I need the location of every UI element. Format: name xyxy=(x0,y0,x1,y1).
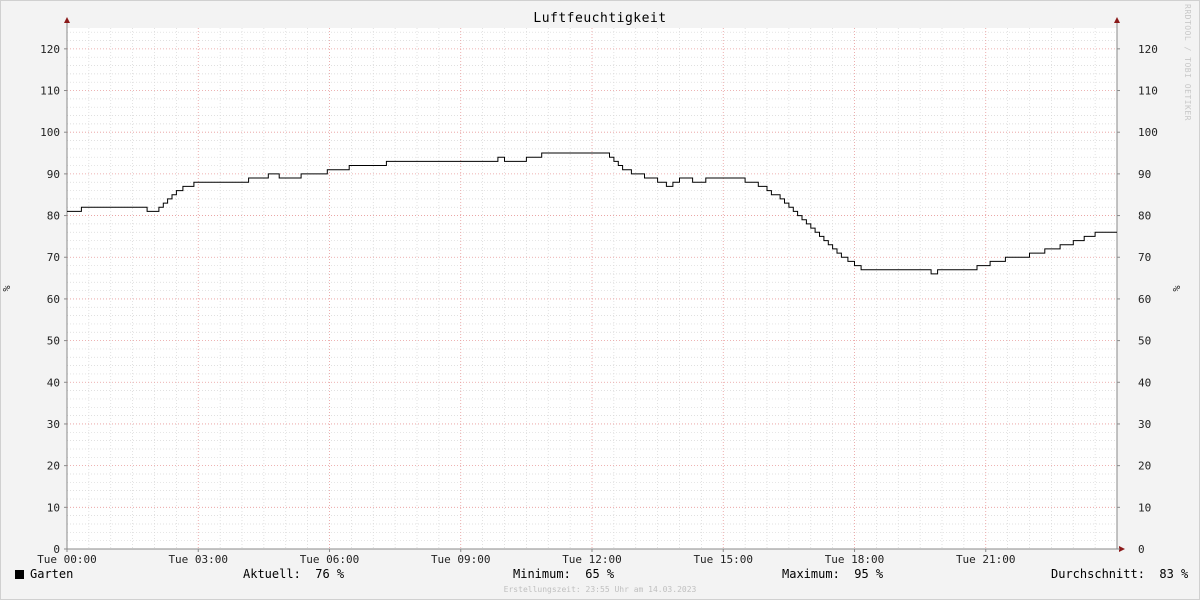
y-tick-label-right: 80 xyxy=(1138,210,1151,223)
y-tick-label-right: 60 xyxy=(1138,293,1151,306)
x-tick-label: Tue 03:00 xyxy=(168,553,228,566)
y-tick-label-right: 120 xyxy=(1138,43,1158,56)
stat-minimum: Minimum: 65 % xyxy=(513,567,614,581)
stat-maximum-label: Maximum: xyxy=(782,567,840,581)
y-tick-label-left: 90 xyxy=(47,168,60,181)
stat-minimum-label: Minimum: xyxy=(513,567,571,581)
y-tick-label-left: 120 xyxy=(40,43,60,56)
y-tick-label-left: 50 xyxy=(47,335,60,348)
x-tick-label: Tue 09:00 xyxy=(431,553,491,566)
y-tick-label-right: 30 xyxy=(1138,418,1151,431)
y-tick-label-left: 30 xyxy=(47,418,60,431)
y-tick-label-right: 50 xyxy=(1138,335,1151,348)
footer-timestamp: Erstellungszeit: 23:55 Uhr am 14.03.2023 xyxy=(503,585,697,594)
y-tick-label-left: 10 xyxy=(47,501,60,514)
y-tick-label-right: 100 xyxy=(1138,126,1158,139)
watermark: RRDTOOL / TOBI OETIKER xyxy=(1183,4,1192,121)
y-tick-label-right: 20 xyxy=(1138,460,1151,473)
y-tick-label-left: 70 xyxy=(47,251,60,264)
y-tick-label-right: 110 xyxy=(1138,85,1158,98)
stat-maximum-value: 95 % xyxy=(854,567,884,581)
x-tick-label: Tue 12:00 xyxy=(562,553,622,566)
y-tick-label-left: 100 xyxy=(40,126,60,139)
y-tick-label-left: 80 xyxy=(47,210,60,223)
y-tick-label-left: 60 xyxy=(47,293,60,306)
stat-minimum-value: 65 % xyxy=(585,567,615,581)
stat-current-label: Aktuell: xyxy=(243,567,301,581)
x-tick-label: Tue 06:00 xyxy=(300,553,360,566)
y-tick-label-right: 40 xyxy=(1138,376,1151,389)
x-tick-label: Tue 00:00 xyxy=(37,553,97,566)
humidity-chart: 0 010 1020 2030 3040 4050 5060 6070 7080 8090 9010… xyxy=(2,17,1183,566)
x-tick-label: Tue 18:00 xyxy=(825,553,885,566)
y-axis-label-right: % xyxy=(1172,285,1183,291)
x-tick-label: Tue 15:00 xyxy=(693,553,753,566)
legend-entry-garten: Garten xyxy=(15,567,73,581)
y-tick-label-right: 10 xyxy=(1138,501,1151,514)
y-tick-label-left: 20 xyxy=(47,460,60,473)
legend-series-name: Garten xyxy=(30,567,74,581)
y-tick-label-right: 0 xyxy=(1138,543,1145,556)
x-tick-label: Tue 21:00 xyxy=(956,553,1016,566)
stat-average-label: Durchschnitt: xyxy=(1051,567,1145,581)
stat-current-value: 76 % xyxy=(315,567,345,581)
y-axis-label-left: % xyxy=(2,285,13,291)
stat-maximum: Maximum: 95 % xyxy=(782,567,883,581)
legend-swatch xyxy=(15,570,24,579)
y-tick-label-left: 110 xyxy=(40,85,60,98)
y-tick-label-left: 40 xyxy=(47,376,60,389)
stat-current: Aktuell: 76 % xyxy=(243,567,344,581)
stat-average-value: 83 % xyxy=(1159,567,1189,581)
y-tick-label-right: 70 xyxy=(1138,251,1151,264)
y-tick-label-right: 90 xyxy=(1138,168,1151,181)
stat-average: Durchschnitt: 83 % xyxy=(1051,567,1188,581)
chart-title: Luftfeuchtigkeit xyxy=(533,11,667,26)
